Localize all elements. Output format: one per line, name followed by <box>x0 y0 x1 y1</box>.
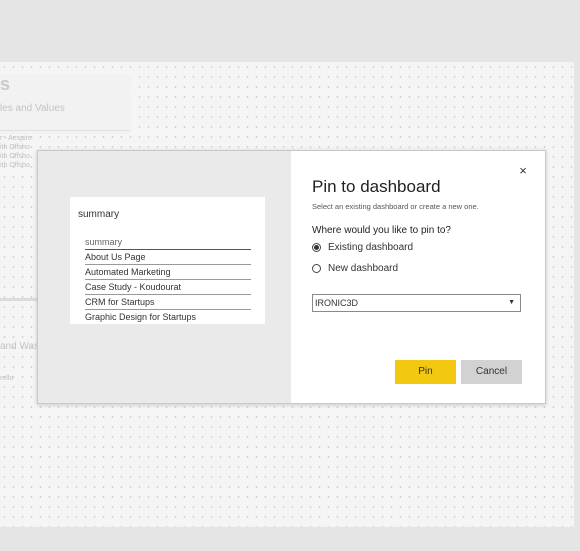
dialog-subtitle: Select an existing dashboard or create a… <box>312 202 479 211</box>
slicer-preview-card: summary summary About Us Page Automated … <box>70 197 265 324</box>
slicer-list-header: summary <box>85 236 251 250</box>
pin-location-question: Where would you like to pin to? <box>312 225 451 236</box>
existing-dashboard-label: Existing dashboard <box>328 241 414 253</box>
slicer-list-item: Graphic Design for Startups <box>85 312 197 322</box>
slicer-list-item: CRM for Startups <box>85 296 251 310</box>
dashboard-select[interactable]: IRONIC3D ▼ <box>312 294 521 312</box>
preview-title: summary <box>78 209 120 220</box>
slicer-list: summary About Us Page Automated Marketin… <box>85 236 251 325</box>
dialog-title: Pin to dashboard <box>312 177 441 196</box>
slicer-list-item: Case Study - Koudourat <box>85 281 251 295</box>
close-icon[interactable]: × <box>517 164 529 177</box>
pin-to-dashboard-dialog: summary summary About Us Page Automated … <box>37 150 546 404</box>
radio-dot-icon <box>314 244 319 250</box>
pin-button[interactable]: Pin <box>395 360 456 384</box>
new-dashboard-label: New dashboard <box>328 262 399 274</box>
visual-preview-pane: summary summary About Us Page Automated … <box>38 151 291 403</box>
dashboard-select-value: IRONIC3D <box>315 298 359 308</box>
new-dashboard-option[interactable]: New dashboard <box>312 261 398 275</box>
existing-dashboard-option[interactable]: Existing dashboard <box>312 240 413 254</box>
slicer-list-item: Automated Marketing <box>85 266 251 280</box>
chevron-down-icon: ▼ <box>508 299 515 306</box>
radio-unselected-icon[interactable] <box>312 263 321 273</box>
slicer-list-item: About Us Page <box>85 251 251 265</box>
radio-selected-icon[interactable] <box>312 242 321 252</box>
pin-options-pane: × Pin to dashboard Select an existing da… <box>291 151 545 403</box>
cancel-button[interactable]: Cancel <box>461 360 522 384</box>
